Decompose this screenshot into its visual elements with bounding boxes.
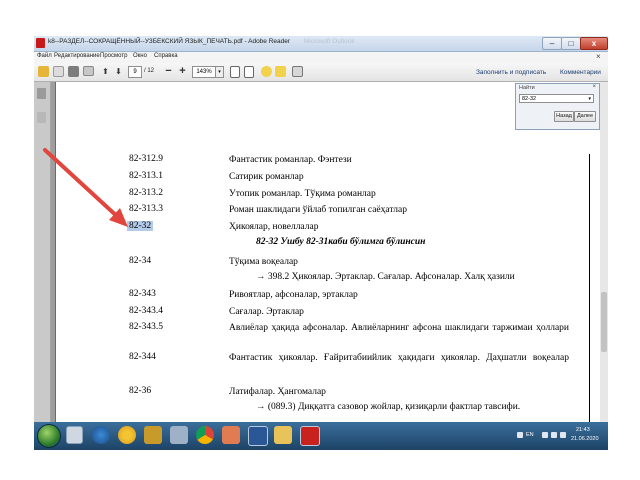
maximize-button[interactable]: □	[561, 37, 581, 50]
language-indicator[interactable]: EN	[526, 432, 534, 438]
menu-window[interactable]: Окно	[133, 53, 147, 59]
find-panel-title: Найти	[519, 85, 535, 91]
zoom-out-icon[interactable]: −	[164, 66, 173, 77]
open-icon[interactable]	[53, 66, 64, 77]
minimize-button[interactable]: –	[542, 37, 562, 50]
entry-code: 82-313.3	[129, 204, 164, 214]
network-icon[interactable]	[551, 432, 557, 438]
page-number-input[interactable]: 9	[128, 66, 142, 78]
zoom-dropdown-icon[interactable]: ▾	[215, 66, 224, 78]
entry-title: Авлиёлар ҳақида афсоналар. Авлиёларнинг …	[229, 323, 569, 333]
chevron-down-icon[interactable]: ▾	[588, 95, 591, 104]
menu-help[interactable]: Справка	[154, 53, 178, 59]
entry-code: 82-313.2	[129, 188, 164, 198]
page-total: / 12	[144, 68, 155, 74]
file-explorer-icon[interactable]	[66, 426, 83, 444]
entry-title: Роман шаклидаги ўйлаб топилган саёҳатлар	[229, 205, 407, 215]
entry-code: 82-34	[129, 256, 152, 266]
chrome-icon[interactable]	[196, 426, 214, 444]
find-input[interactable]: 82-32 ▾	[519, 94, 594, 103]
entry-note: → 398.2 Ҳикоялар. Эртаклар. Сағалар. Афс…	[256, 272, 515, 282]
email-icon[interactable]	[83, 66, 94, 76]
navigation-panel	[34, 82, 51, 422]
find-panel: Найти × 82-32 ▾ Назад Далее	[515, 83, 600, 130]
menu-bar: Файл Редактирование Просмотр Окно Справк…	[34, 52, 608, 63]
entry-note: → (089.3) Диққатга сазовор жойлар, қизиқ…	[256, 402, 521, 412]
screen: k8--РАЗДЕЛ--СОКРАЩЁННЫЙ--УЗБЕКСКИЙ ЯЗЫК_…	[34, 36, 608, 450]
zoom-in-icon[interactable]: +	[178, 66, 187, 77]
close-button[interactable]: x	[580, 37, 608, 50]
entry-title: Фантастик романлар. Фэнтези	[229, 155, 352, 165]
page-thumbnails-icon[interactable]	[37, 88, 46, 99]
fit-width-icon[interactable]	[244, 66, 254, 78]
find-close-icon[interactable]: ×	[592, 84, 596, 90]
archive-icon[interactable]	[144, 426, 162, 444]
entry-note: 82-32 Ушбу 82-31каби бўлимга бўлинсин	[256, 237, 426, 247]
entry-title: Тўқима воқеалар	[229, 257, 298, 267]
start-button[interactable]	[37, 424, 61, 448]
zoom-input[interactable]: 143%	[192, 66, 216, 78]
entry-title: Сағалар. Эртаклар	[229, 307, 304, 317]
menu-edit[interactable]: Редактирование	[54, 53, 100, 59]
comments-button[interactable]: Комментарии	[560, 69, 601, 76]
entry-code: 82-312.9	[129, 154, 164, 164]
create-pdf-icon[interactable]	[38, 66, 49, 77]
entry-code: 82-343	[129, 289, 156, 299]
entry-title: Утопик романлар. Тўқима романлар	[229, 189, 376, 199]
selected-search-match[interactable]: 82-32	[127, 221, 154, 231]
menu-view[interactable]: Просмотр	[100, 53, 127, 59]
tools-icon[interactable]	[170, 426, 188, 444]
sticky-note-icon[interactable]	[261, 66, 272, 77]
find-query: 82-32	[522, 96, 537, 102]
tray-arrow-icon[interactable]	[517, 432, 523, 438]
entry-title: Латифалар. Ҳангомалар	[229, 387, 326, 397]
next-page-icon[interactable]: ⬇	[114, 67, 123, 76]
entry-title: Фантастик ҳикоялар. Ғайритабиийлик ҳақид…	[229, 353, 569, 363]
read-mode-icon[interactable]	[292, 66, 303, 77]
find-next-button[interactable]: Далее	[574, 111, 596, 122]
pdf-page: 82-312.9 Фантастик романлар. Фэнтези 82-…	[55, 82, 600, 422]
entry-code: 82-36	[129, 386, 152, 396]
fill-sign-button[interactable]: Заполнить и подписать	[476, 69, 546, 76]
document-area: 82-312.9 Фантастик романлар. Фэнтези 82-…	[51, 82, 600, 422]
entry-title: Сатирик романлар	[229, 172, 304, 182]
highlight-icon[interactable]	[275, 66, 286, 77]
find-back-button[interactable]: Назад	[554, 111, 574, 122]
taskbar: EN 21:43 21.06.2020	[34, 422, 608, 450]
folder-icon[interactable]	[274, 426, 292, 444]
entry-code: 82-343.4	[129, 306, 164, 316]
adobe-reader-icon	[36, 38, 45, 48]
clock-time[interactable]: 21:43	[576, 427, 590, 433]
menu-file[interactable]: Файл	[37, 53, 52, 59]
entry-code: 82-313.1	[129, 171, 164, 181]
background-window-title: Microsoft Outlook	[304, 38, 355, 45]
word-icon[interactable]	[248, 426, 268, 446]
photo-icon[interactable]	[222, 426, 240, 444]
entry-title: Ривоятлар, афсоналар, эртаклар	[229, 290, 358, 300]
entry-code: 82-344	[129, 352, 156, 362]
attachments-icon[interactable]	[37, 112, 46, 123]
print-icon[interactable]	[68, 66, 79, 77]
title-bar: k8--РАЗДЕЛ--СОКРАЩЁННЫЙ--УЗБЕКСКИЙ ЯЗЫК_…	[34, 36, 608, 52]
entry-title: Ҳикоялар, новеллалар	[229, 222, 319, 232]
window-title: k8--РАЗДЕЛ--СОКРАЩЁННЫЙ--УЗБЕКСКИЙ ЯЗЫК_…	[48, 38, 291, 45]
toolbar: ⬆ ⬇ 9 / 12 − + 143% ▾ Заполнить и подпис…	[34, 63, 608, 82]
vertical-scrollbar[interactable]	[600, 82, 608, 422]
document-close-icon[interactable]: ×	[596, 52, 601, 61]
browser-icon[interactable]	[118, 426, 136, 444]
fit-page-icon[interactable]	[230, 66, 240, 78]
scrollbar-thumb[interactable]	[601, 292, 607, 352]
app-icon[interactable]	[92, 426, 110, 444]
flag-icon[interactable]	[542, 432, 548, 438]
page-margin-line	[589, 154, 590, 422]
volume-icon[interactable]	[560, 432, 566, 438]
clock-date[interactable]: 21.06.2020	[571, 436, 599, 442]
previous-page-icon[interactable]: ⬆	[101, 67, 110, 76]
acrobat-icon[interactable]	[300, 426, 320, 446]
entry-code: 82-343.5	[129, 322, 164, 332]
